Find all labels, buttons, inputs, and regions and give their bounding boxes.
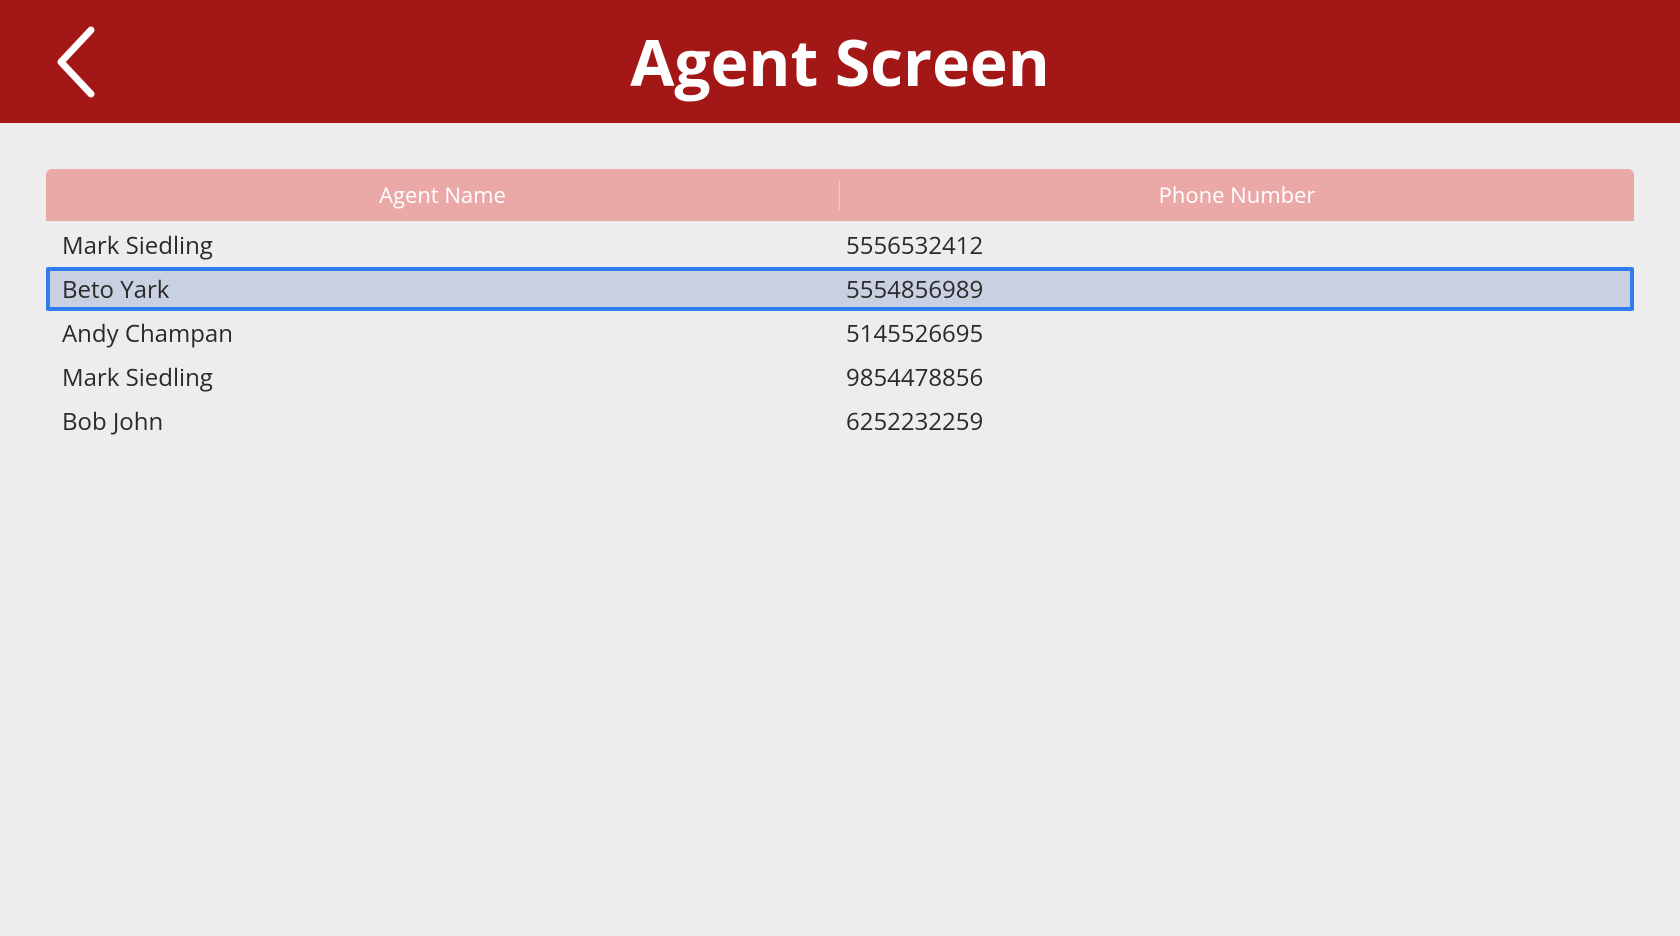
table-row[interactable]: Andy Champan5145526695 bbox=[46, 311, 1634, 355]
cell-phone-number: 5556532412 bbox=[846, 229, 1630, 262]
table-row[interactable]: Mark Siedling9854478856 bbox=[46, 355, 1634, 399]
cell-agent-name: Mark Siedling bbox=[62, 361, 846, 394]
table-header: Agent Name Phone Number bbox=[46, 169, 1634, 221]
cell-agent-name: Beto Yark bbox=[62, 273, 846, 306]
cell-agent-name: Mark Siedling bbox=[62, 229, 846, 262]
chevron-left-icon bbox=[53, 24, 97, 100]
table-row[interactable]: Beto Yark5554856989 bbox=[46, 267, 1634, 311]
cell-phone-number: 6252232259 bbox=[846, 405, 1630, 438]
cell-phone-number: 5145526695 bbox=[846, 317, 1630, 350]
back-button[interactable] bbox=[50, 22, 100, 102]
page-title: Agent Screen bbox=[0, 18, 1680, 105]
column-header-phone[interactable]: Phone Number bbox=[840, 180, 1634, 210]
content-area: Agent Name Phone Number Mark Siedling555… bbox=[0, 123, 1680, 443]
cell-agent-name: Andy Champan bbox=[62, 317, 846, 350]
table-body: Mark Siedling5556532412Beto Yark55548569… bbox=[46, 223, 1634, 443]
table-row[interactable]: Mark Siedling5556532412 bbox=[46, 223, 1634, 267]
cell-phone-number: 9854478856 bbox=[846, 361, 1630, 394]
cell-agent-name: Bob John bbox=[62, 405, 846, 438]
table-row[interactable]: Bob John6252232259 bbox=[46, 399, 1634, 443]
app-header: Agent Screen bbox=[0, 0, 1680, 123]
cell-phone-number: 5554856989 bbox=[846, 273, 1630, 306]
column-header-name[interactable]: Agent Name bbox=[46, 180, 840, 210]
